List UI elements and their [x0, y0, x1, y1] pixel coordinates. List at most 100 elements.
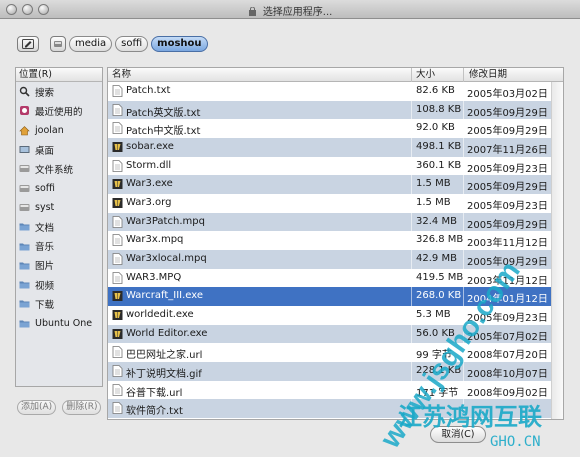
sidebar-item-7[interactable]: 文档	[16, 217, 102, 236]
table-row[interactable]: Patch中文版.txt 92.0 KB 2005年09月29日	[108, 119, 563, 139]
file-date: 2005年09月29日	[467, 107, 548, 119]
file-name: 巴巴网址之家.url	[126, 350, 203, 362]
table-row[interactable]: 谷普下载.url 171 字节 2008年09月02日	[108, 380, 563, 400]
table-row[interactable]: War3Patch.mpq 32.4 MB 2005年09月29日	[108, 212, 563, 232]
table-row-selected[interactable]: Warcraft_III.exe 268.0 KB 2004年01月12日	[108, 287, 563, 307]
table-row[interactable]: Patch.txt 82.6 KB 2005年03月02日	[108, 82, 563, 101]
file-size: 1.5 MB	[416, 178, 451, 190]
text-file-icon	[112, 159, 123, 172]
sidebar-item-5[interactable]: soffi	[16, 178, 102, 197]
exe-file-icon	[112, 198, 123, 209]
sidebar-item-label: joolan	[35, 124, 64, 136]
column-divider	[411, 268, 412, 288]
sidebar-item-2[interactable]: joolan	[16, 121, 102, 140]
table-row[interactable]: World Editor.exe 56.0 KB 2005年07月02日	[108, 324, 563, 344]
file-date: 2008年10月07日	[467, 369, 548, 381]
file-size: 1.5 MB	[416, 197, 451, 209]
table-row[interactable]: 软件简介.txt	[108, 399, 563, 419]
cancel-button[interactable]: 取消(C)	[430, 426, 486, 443]
column-divider	[411, 194, 412, 213]
table-row[interactable]: War3xlocal.mpq 42.9 MB 2005年09月29日	[108, 250, 563, 269]
table-row[interactable]: War3.org 1.5 MB 2005年09月23日	[108, 194, 563, 213]
type-location-button[interactable]	[17, 36, 39, 52]
remove-place-button[interactable]: 删除(R)	[62, 400, 102, 415]
file-size: 99 字节	[416, 350, 452, 362]
text-file-icon	[112, 122, 123, 135]
table-row[interactable]: War3x.mpq 326.8 MB 2003年11月12日	[108, 231, 563, 251]
places-header: 位置(R)	[16, 68, 102, 82]
sidebar-item-4[interactable]: 文件系统	[16, 159, 102, 178]
column-divider	[463, 194, 464, 213]
column-name-header[interactable]: 名称	[112, 68, 131, 81]
file-name: War3x.mpq	[126, 234, 184, 246]
path-root-button[interactable]	[50, 36, 66, 52]
file-date: 2007年11月26日	[467, 145, 548, 157]
table-row[interactable]: 补丁说明文档.gif 228.1 KB 2008年10月07日	[108, 362, 563, 381]
table-row[interactable]: worldedit.exe 5.3 MB 2005年09月23日	[108, 306, 563, 325]
column-divider	[411, 156, 412, 176]
sidebar-item-11[interactable]: 下载	[16, 294, 102, 313]
table-row[interactable]: WAR3.MPQ 419.5 MB 2003年11月12日	[108, 268, 563, 288]
sidebar-item-label: 文件系统	[35, 164, 74, 176]
sidebar-item-6[interactable]: syst	[16, 198, 102, 217]
column-divider	[411, 399, 412, 419]
table-row[interactable]: Storm.dll 360.1 KB 2005年09月23日	[108, 156, 563, 176]
file-size: 42.9 MB	[416, 253, 457, 265]
column-divider	[463, 100, 464, 120]
exe-file-icon	[112, 328, 123, 339]
exe-file-icon	[112, 310, 123, 321]
path-segment-media[interactable]: media	[69, 36, 113, 52]
exe-file-icon	[112, 291, 123, 302]
column-divider	[411, 231, 412, 251]
add-place-button[interactable]: 添加(A)	[17, 400, 57, 415]
text-file-icon	[112, 103, 123, 116]
sidebar-item-label: Ubuntu One	[35, 317, 93, 329]
text-file-icon	[112, 85, 123, 97]
sidebar-item-8[interactable]: 音乐	[16, 236, 102, 255]
sidebar-item-9[interactable]: 图片	[16, 256, 102, 275]
exe-file-icon	[112, 142, 123, 153]
column-divider	[411, 119, 412, 139]
column-divider	[411, 250, 412, 269]
sidebar-item-1[interactable]: 最近使用的	[16, 101, 102, 120]
column-date-header[interactable]: 修改日期	[469, 68, 507, 81]
table-row[interactable]: Patch英文版.txt 108.8 KB 2005年09月29日	[108, 100, 563, 120]
file-rows: Patch.txt 82.6 KB 2005年03月02日 Patch英文版.txt 1…	[108, 82, 563, 419]
file-date: 2005年09月23日	[467, 163, 548, 175]
sidebar-item-3[interactable]: 桌面	[16, 140, 102, 159]
column-divider	[463, 231, 464, 251]
title-bar: 选择应用程序...	[0, 0, 580, 19]
column-size-header[interactable]: 大小	[416, 68, 435, 81]
folder-icon	[19, 300, 30, 308]
path-segment-soffi[interactable]: soffi	[115, 36, 149, 52]
table-row[interactable]: sobar.exe 498.1 KB 2007年11月26日	[108, 138, 563, 157]
sidebar-item-0[interactable]: 搜索	[16, 82, 102, 101]
table-row[interactable]: War3.exe 1.5 MB 2005年09月29日	[108, 175, 563, 195]
sidebar-item-label: 视频	[35, 280, 55, 292]
sidebar-item-10[interactable]: 视频	[16, 275, 102, 294]
file-size: 92.0 KB	[416, 122, 455, 134]
file-date: 2004年01月12日	[467, 294, 548, 306]
sidebar-item-label: 图片	[35, 261, 55, 273]
home-icon	[19, 125, 30, 136]
file-name: Patch英文版.txt	[126, 107, 201, 119]
window-title: 选择应用程序...	[262, 7, 333, 18]
text-file-icon	[112, 346, 123, 359]
drive-icon	[19, 184, 30, 192]
folder-icon	[19, 243, 30, 251]
file-size: 32.4 MB	[416, 215, 457, 227]
vertical-scrollbar[interactable]	[551, 82, 563, 419]
column-divider	[463, 287, 464, 307]
text-file-icon	[112, 402, 123, 415]
folder-icon	[19, 262, 30, 270]
column-divider	[463, 119, 464, 139]
file-list-header: 名称 大小 修改日期	[108, 68, 563, 82]
text-file-icon	[112, 234, 123, 247]
text-file-icon	[112, 271, 123, 284]
places-list: 搜索 最近使用的 joolan 桌面文件系统 soffi syst 文档 音乐图片视频下载 Ub…	[16, 82, 102, 333]
sidebar-item-12[interactable]: Ubuntu One	[16, 314, 102, 333]
column-separator	[411, 68, 412, 82]
table-row[interactable]: 巴巴网址之家.url 99 字节 2008年07月20日	[108, 343, 563, 363]
path-segment-moshou[interactable]: moshou	[151, 36, 208, 52]
file-name: War3.org	[126, 197, 172, 209]
